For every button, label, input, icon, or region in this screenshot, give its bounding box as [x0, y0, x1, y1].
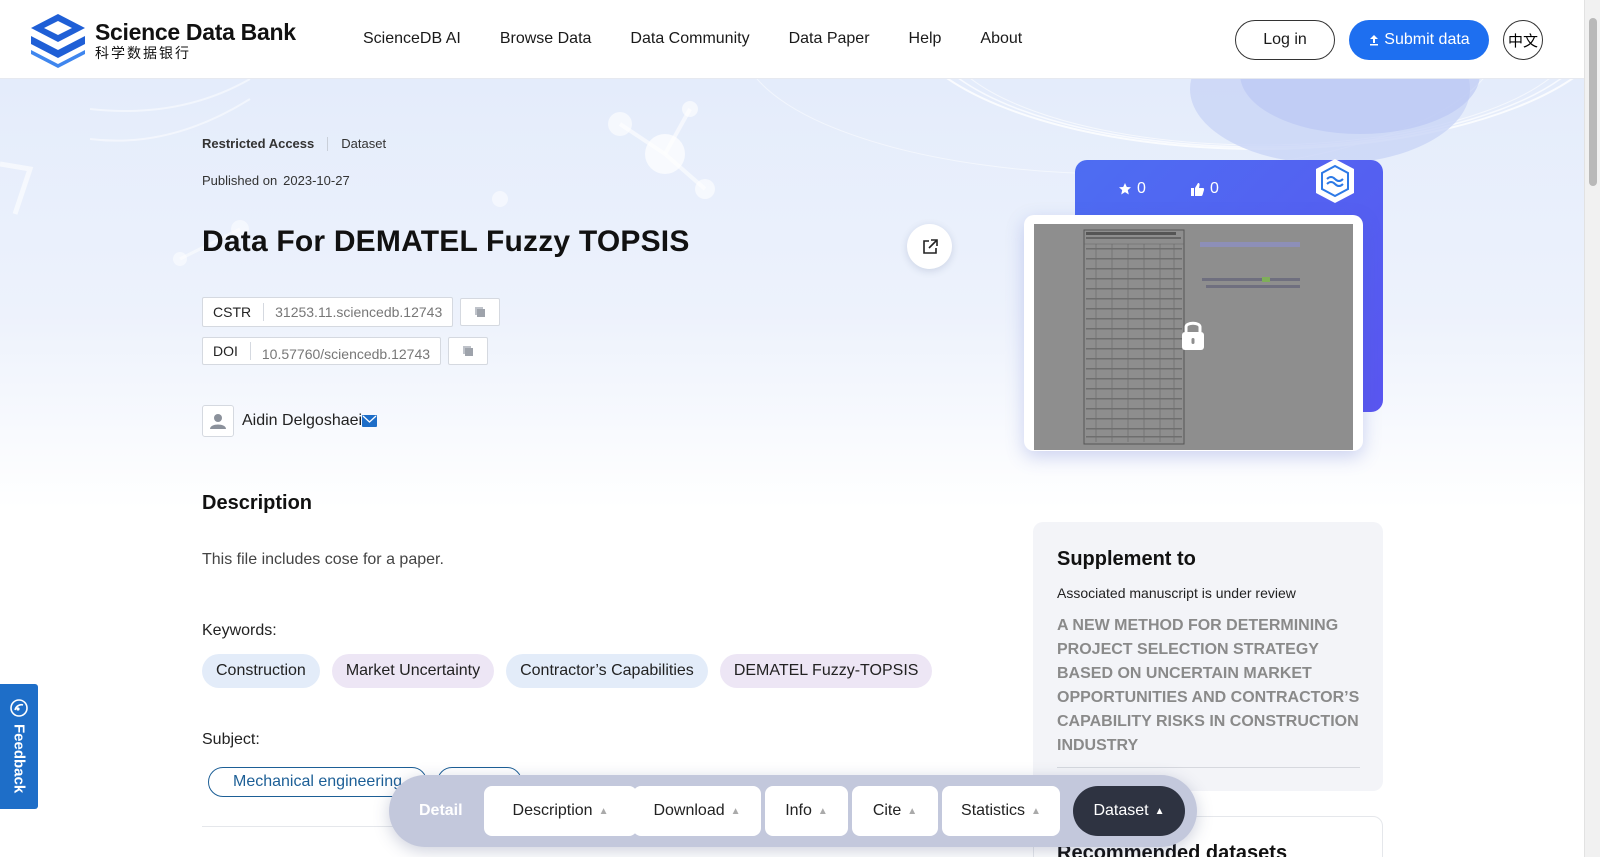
cstr-row: CSTR 31253.11.sciencedb.12743 [202, 297, 501, 327]
external-link-icon [922, 238, 938, 254]
nav-help[interactable]: Help [909, 30, 942, 48]
cstr-field: CSTR 31253.11.sciencedb.12743 [202, 297, 454, 327]
nav-data-community[interactable]: Data Community [630, 30, 749, 48]
copy-cstr-button[interactable] [460, 298, 501, 326]
star-icon [1119, 183, 1131, 195]
nav-sciencedb-ai[interactable]: ScienceDB AI [363, 30, 461, 48]
doi-field: DOI 10.57760/sciencedb.12743 [202, 337, 442, 365]
site-header: Science Data Bank 科学数据银行 ScienceDB AI Br… [0, 0, 1584, 79]
lock-icon [1182, 321, 1204, 350]
keyword-tag[interactable]: Market Uncertainty [331, 654, 495, 688]
submit-data-label: Submit data [1384, 31, 1470, 48]
tab-info-label: Info [785, 802, 812, 819]
published-info: Published on 2023-10-27 [202, 173, 350, 188]
chevron-up-icon: ▲ [1031, 805, 1041, 817]
language-toggle[interactable]: 中文 [1503, 20, 1543, 60]
avatar [202, 405, 234, 437]
upload-icon [1370, 35, 1379, 46]
share-button[interactable] [907, 224, 952, 269]
keywords-list: Construction Market Uncertainty Contract… [202, 654, 933, 688]
site-logo[interactable]: Science Data Bank 科学数据银行 [30, 12, 296, 68]
access-label: Restricted Access [202, 136, 315, 151]
keyword-tag[interactable]: Contractor’s Capabilities [506, 654, 708, 688]
subject-label: Subject: [202, 731, 260, 748]
tab-dataset-label: Dataset [1093, 802, 1149, 819]
supplement-title: Supplement to [1057, 548, 1196, 570]
feedback-icon [10, 699, 28, 717]
tab-cite-label: Cite [872, 802, 902, 819]
tab-detail: Detail [419, 802, 463, 819]
author-row: Aidin Delgoshaei [202, 405, 378, 437]
logo-icon [31, 14, 85, 68]
description-text: This file includes cose for a paper. [202, 551, 444, 568]
chevron-up-icon: ▲ [907, 805, 918, 817]
chevron-up-icon: ▲ [730, 805, 741, 817]
logo-title: Science Data Bank [95, 19, 296, 45]
doi-label: DOI [203, 342, 251, 360]
meta-divider [327, 136, 329, 151]
supplement-paper-title: A NEW METHOD FOR DETERMINING PROJECT SEL… [1057, 617, 1360, 754]
published-date: 2023-10-27 [283, 173, 350, 188]
tab-statistics-label: Statistics [961, 802, 1026, 819]
dataset-meta: Restricted Access Dataset [202, 136, 386, 151]
cstr-value[interactable]: 31253.11.sciencedb.12743 [264, 304, 452, 320]
copy-icon [475, 307, 486, 317]
supplement-status: Associated manuscript is under review [1057, 585, 1296, 601]
like-count[interactable]: 0 [1190, 180, 1219, 198]
tab-description-label: Description [512, 802, 593, 819]
star-count[interactable]: 0 [1118, 180, 1146, 198]
tab-cite[interactable]: Cite ▲ [852, 786, 938, 836]
feedback-label: Feedback [10, 724, 28, 794]
thumbs-up-icon [1191, 182, 1205, 196]
tab-statistics[interactable]: Statistics ▲ [942, 786, 1060, 836]
submit-data-button[interactable]: Submit data [1349, 20, 1489, 60]
tab-download-label: Download [653, 802, 725, 819]
cstr-label: CSTR [203, 303, 265, 321]
nav-data-paper[interactable]: Data Paper [789, 30, 870, 48]
description-heading: Description [202, 492, 313, 514]
tab-download[interactable]: Download ▲ [633, 786, 761, 836]
nav-about[interactable]: About [980, 30, 1022, 48]
chevron-up-icon: ▲ [598, 805, 609, 817]
feedback-button[interactable]: Feedback [0, 684, 38, 809]
keyword-tag[interactable]: DEMATEL Fuzzy-TOPSIS [719, 654, 933, 688]
keywords-label: Keywords: [202, 622, 277, 639]
tab-description[interactable]: Description ▲ [484, 786, 637, 836]
email-icon[interactable] [362, 415, 378, 427]
user-icon [210, 414, 226, 429]
author-name[interactable]: Aidin Delgoshaei [242, 412, 362, 430]
copy-icon [463, 346, 474, 356]
like-count-value: 0 [1210, 180, 1219, 197]
tab-info[interactable]: Info ▲ [765, 786, 848, 836]
logo-subtitle: 科学数据银行 [95, 45, 191, 61]
main-nav: ScienceDB AI Browse Data Data Community … [363, 30, 1022, 48]
chevron-up-icon: ▲ [1154, 805, 1165, 817]
supplement-divider [1057, 767, 1360, 768]
login-button[interactable]: Log in [1235, 20, 1335, 60]
copy-doi-button[interactable] [448, 337, 489, 365]
dataset-type: Dataset [341, 136, 387, 151]
nav-browse-data[interactable]: Browse Data [500, 30, 592, 48]
sciencedb-badge-icon [1316, 159, 1354, 203]
keyword-tag[interactable]: Construction [202, 654, 320, 688]
doi-value[interactable]: 10.57760/sciencedb.12743 [251, 346, 440, 362]
published-label: Published on [202, 173, 278, 188]
doi-row: DOI 10.57760/sciencedb.12743 [202, 337, 489, 365]
chevron-up-icon: ▲ [817, 805, 828, 817]
tab-dataset[interactable]: Dataset ▲ [1073, 786, 1185, 836]
page-scrollbar[interactable] [1584, 0, 1600, 857]
page-title: Data For DEMATEL Fuzzy TOPSIS [202, 225, 690, 258]
scroll-thumb[interactable] [1589, 18, 1597, 186]
star-count-value: 0 [1137, 180, 1146, 197]
